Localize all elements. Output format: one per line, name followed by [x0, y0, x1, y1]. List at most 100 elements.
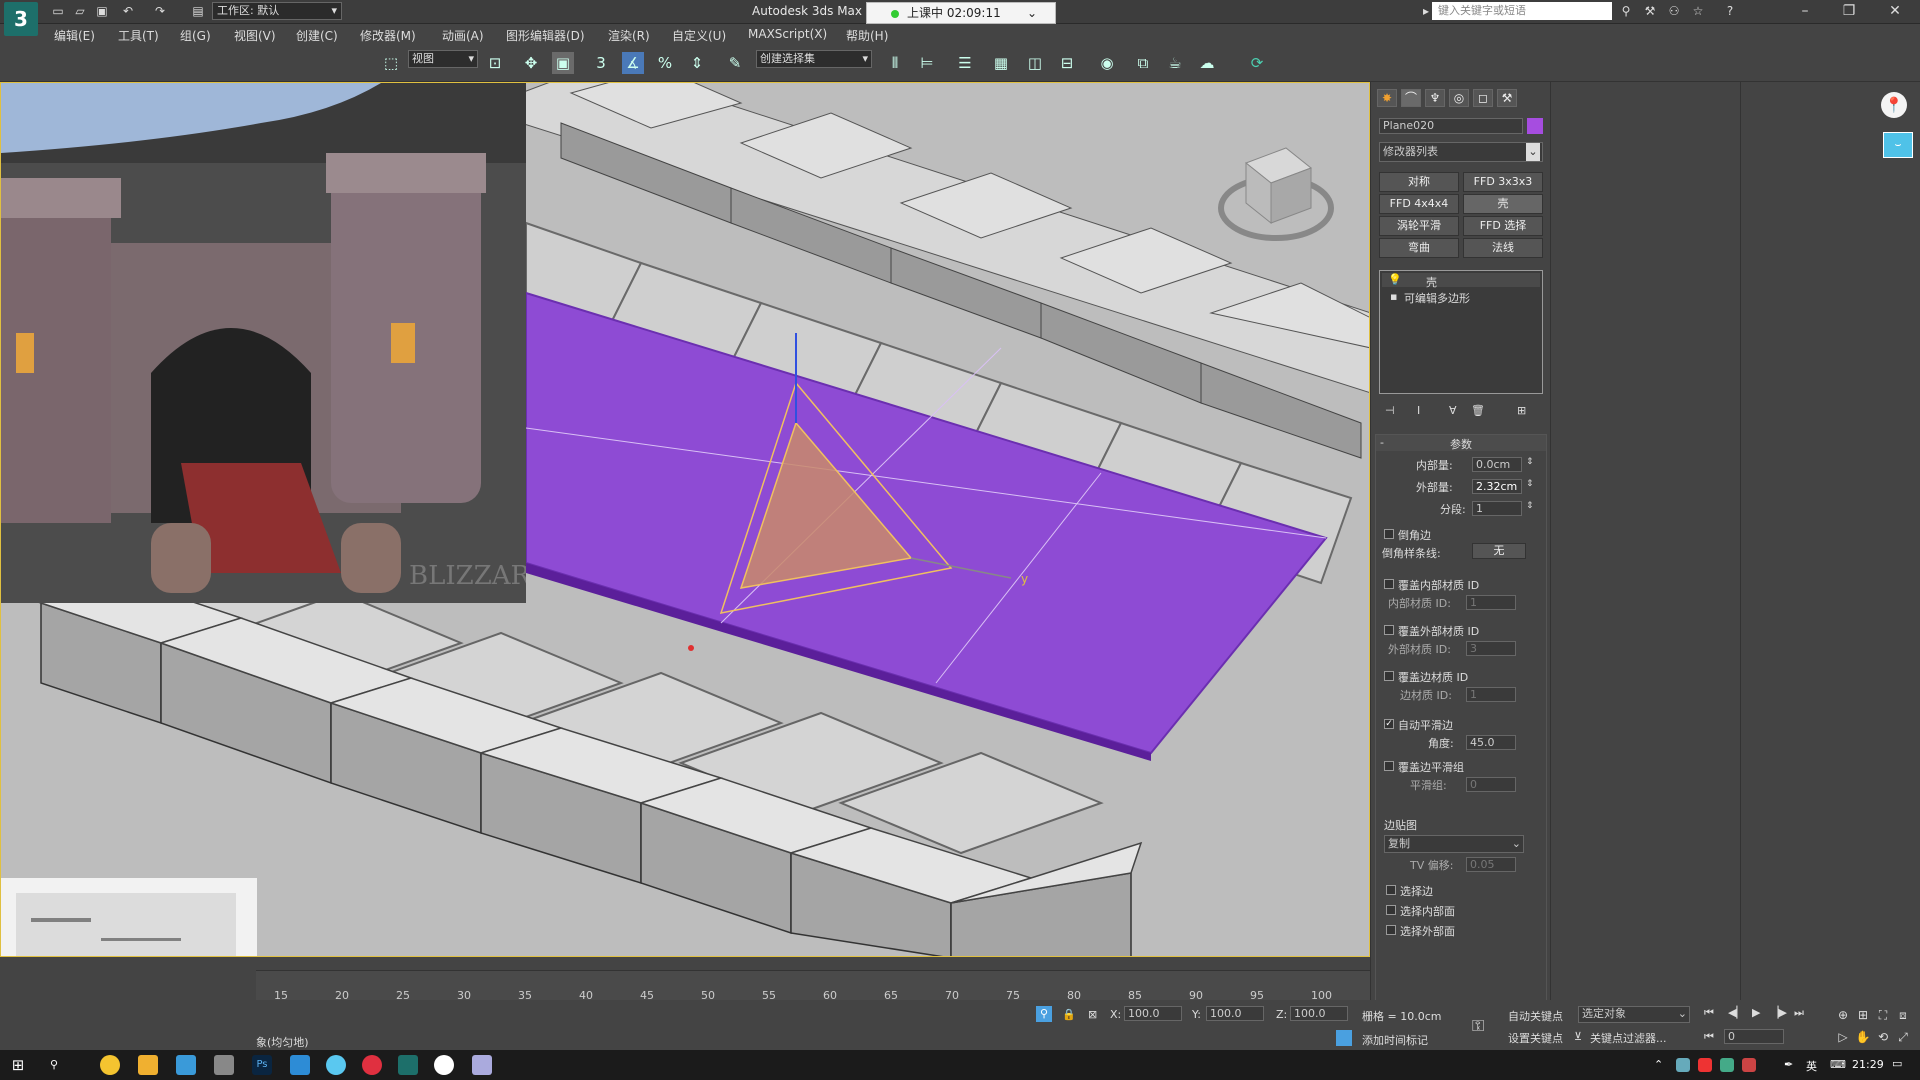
object-color-swatch[interactable]	[1527, 118, 1543, 134]
netease-music-icon[interactable]	[362, 1055, 382, 1075]
zoom-icon[interactable]: ⊕	[1834, 1006, 1852, 1024]
absolute-mode-icon[interactable]: ⊠	[1088, 1008, 1097, 1021]
render-setup-icon[interactable]: ⧉	[1132, 52, 1154, 74]
windows-start-icon[interactable]: ⊞	[8, 1055, 28, 1075]
restore-icon[interactable]: ❐	[1834, 2, 1864, 20]
percent-snap-icon[interactable]: %	[654, 52, 676, 74]
key-mode-select[interactable]: 选定对象 ⌄	[1578, 1006, 1690, 1023]
perspective-viewport[interactable]: y BLIZZARD	[0, 82, 1370, 957]
select-region-icon[interactable]: ⬚	[380, 52, 402, 74]
search-icon[interactable]: ⚲	[44, 1055, 64, 1075]
layers-icon[interactable]: ☰	[954, 52, 976, 74]
language-indicator[interactable]: 英	[1806, 1058, 1817, 1074]
outer-mat-input[interactable]: 3	[1466, 641, 1516, 656]
remove-modifier-icon[interactable]: 🗑	[1471, 404, 1485, 417]
modifier-button-ffd3[interactable]: FFD 3x3x3	[1463, 172, 1543, 192]
maximize-viewport-icon[interactable]: ⤢	[1894, 1028, 1912, 1046]
angle-snap-icon[interactable]: ∡	[622, 52, 644, 74]
prev-frame-icon[interactable]: ◀▏	[1728, 1006, 1745, 1019]
tools-icon[interactable]: ⚒	[1642, 3, 1658, 19]
material-editor-icon[interactable]: ◉	[1096, 52, 1118, 74]
schematic-icon[interactable]: ⊟	[1056, 52, 1078, 74]
auto-smooth-checkbox[interactable]: ✓	[1384, 719, 1394, 729]
angle-input[interactable]: 45.0	[1466, 735, 1516, 750]
app-logo[interactable]: 3	[4, 2, 38, 36]
close-icon[interactable]: ✕	[1880, 2, 1910, 20]
show-end-result-icon[interactable]: Ⅰ	[1417, 404, 1420, 417]
modifier-button-bend[interactable]: 弯曲	[1379, 238, 1459, 258]
key-filter-icon[interactable]: ⊻	[1574, 1030, 1582, 1043]
menu-create[interactable]: 创建(C)	[296, 27, 338, 44]
edge-mat-input[interactable]: 1	[1466, 687, 1516, 702]
timeline-ruler[interactable]: 15 20 25 30 35 40 45 50 55 60 65 70 75 80 85 90 95 100	[256, 970, 1370, 1002]
app-icon[interactable]	[472, 1055, 492, 1075]
menu-help[interactable]: 帮助(H)	[846, 27, 888, 44]
redo-icon[interactable]: ↷	[152, 3, 168, 19]
stack-item-shell[interactable]: 💡 壳	[1382, 273, 1540, 289]
z-coordinate-input[interactable]: 100.0	[1290, 1006, 1348, 1021]
rollout-header[interactable]: - 参数	[1376, 435, 1546, 451]
zoom-extents-icon[interactable]: ⛶	[1874, 1006, 1892, 1024]
y-coordinate-input[interactable]: 100.0	[1206, 1006, 1264, 1021]
spinner-icon[interactable]: ⇕	[1526, 479, 1534, 489]
workspace-select[interactable]: 工作区: 默认 ▾	[212, 2, 342, 20]
edge-map-select[interactable]: 复制 ⌄	[1384, 835, 1524, 853]
modifier-button-normal[interactable]: 法线	[1463, 238, 1543, 258]
menu-modifiers[interactable]: 修改器(M)	[360, 27, 416, 44]
app-icon[interactable]	[214, 1055, 234, 1075]
tv-offset-input[interactable]: 0.05	[1466, 857, 1516, 872]
bevel-edges-checkbox[interactable]	[1384, 529, 1394, 539]
tray-icon[interactable]	[1742, 1058, 1756, 1072]
modifier-button-turbosmooth[interactable]: 涡轮平滑	[1379, 216, 1459, 236]
create-tab-icon[interactable]: ✸	[1377, 89, 1397, 107]
display-tab-icon[interactable]: ◻	[1473, 89, 1493, 107]
inner-amount-input[interactable]: 0.0cm	[1472, 457, 1522, 472]
tray-icon[interactable]	[1720, 1058, 1734, 1072]
fov-icon[interactable]: ▷	[1834, 1028, 1852, 1046]
lock-icon[interactable]: 🔒	[1062, 1008, 1076, 1021]
override-inner-mat-checkbox[interactable]	[1384, 579, 1394, 589]
menu-customize[interactable]: 自定义(U)	[672, 27, 726, 44]
app-icon[interactable]	[290, 1055, 310, 1075]
chrome-icon[interactable]	[100, 1055, 120, 1075]
scene-explorer-icon[interactable]: ▦	[990, 52, 1012, 74]
edit-selection-icon[interactable]: ✎	[724, 52, 746, 74]
go-end-icon[interactable]: ⏭	[1794, 1006, 1804, 1020]
menu-group[interactable]: 组(G)	[180, 27, 211, 44]
set-key-button[interactable]: 设置关键点	[1508, 1030, 1563, 1046]
spinner-icon[interactable]: ⇕	[1526, 501, 1534, 511]
smooth-group-input[interactable]: 0	[1466, 777, 1516, 792]
menu-maxscript[interactable]: MAXScript(X)	[748, 27, 827, 41]
refresh-icon[interactable]: ⟳	[1246, 52, 1268, 74]
play-icon[interactable]: ▶	[1752, 1006, 1760, 1019]
save-icon[interactable]: ▣	[94, 3, 110, 19]
lightbulb-icon[interactable]: 💡	[1388, 273, 1402, 286]
menu-graph-editors[interactable]: 图形编辑器(D)	[506, 27, 585, 44]
key-filters-button[interactable]: 关键点过滤器...	[1590, 1030, 1667, 1046]
add-time-tag[interactable]: 添加时间标记	[1362, 1032, 1428, 1048]
minimize-icon[interactable]: –	[1790, 2, 1820, 20]
snap-toggle[interactable]: 3	[590, 52, 612, 74]
select-outer-checkbox[interactable]	[1386, 925, 1396, 935]
user-icon[interactable]: ⚇	[1666, 3, 1682, 19]
hierarchy-tab-icon[interactable]: ♆	[1425, 89, 1445, 107]
menu-animation[interactable]: 动画(A)	[442, 27, 484, 44]
x-coordinate-input[interactable]: 100.0	[1124, 1006, 1182, 1021]
modifier-button-ffd-select[interactable]: FFD 选择	[1463, 216, 1543, 236]
open-file-icon[interactable]: ▱	[72, 3, 88, 19]
ime-icon[interactable]: ⌨	[1830, 1058, 1846, 1071]
class-timer[interactable]: 上课中 02:09:11 ⌄	[866, 2, 1056, 24]
view-select[interactable]: 视图 ▾	[408, 50, 478, 68]
render-frame-icon[interactable]: ☕	[1164, 52, 1186, 74]
segments-input[interactable]: 1	[1472, 501, 1522, 516]
select-edges-checkbox[interactable]	[1386, 885, 1396, 895]
align-icon[interactable]: ⊨	[916, 52, 938, 74]
zoom-extents-all-icon[interactable]: ⧈	[1894, 1006, 1912, 1024]
time-tag-icon[interactable]	[1336, 1030, 1352, 1046]
mirror-icon[interactable]: ⫴	[884, 52, 906, 74]
clock[interactable]: 21:29	[1852, 1058, 1884, 1071]
selection-lock-icon[interactable]: ⚲	[1036, 1006, 1052, 1022]
pivot-icon[interactable]: ⊡	[484, 52, 506, 74]
notification-icon[interactable]: ▭	[1892, 1057, 1902, 1070]
menu-edit[interactable]: 编辑(E)	[54, 27, 95, 44]
